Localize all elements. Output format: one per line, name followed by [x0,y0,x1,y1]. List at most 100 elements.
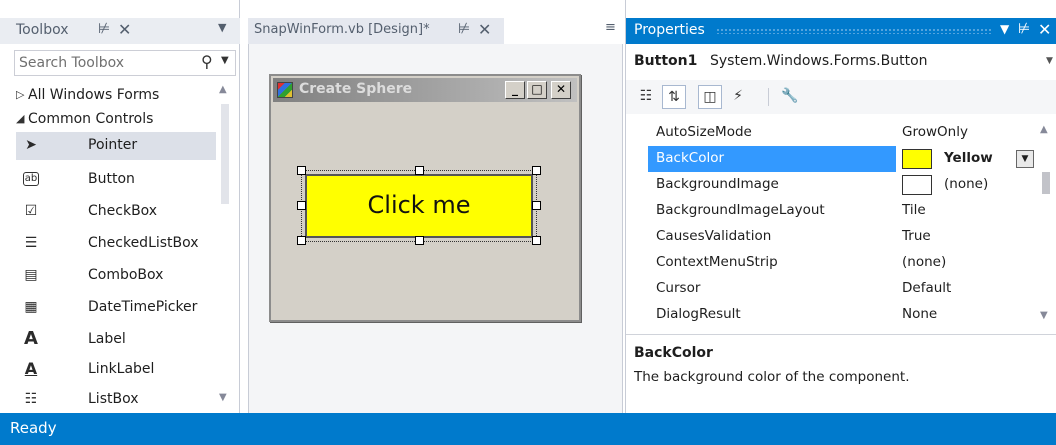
object-name: Button1 [634,53,698,69]
property-value[interactable]: (none) [902,254,946,270]
selected-control-frame: Click me [297,166,541,245]
toolbox-item-checkbox[interactable]: ☑ CheckBox [16,198,216,226]
title-grip [716,28,992,34]
property-row-dialogresult[interactable]: DialogResult None [648,302,1036,328]
categorized-icon[interactable]: ☷ [634,85,658,109]
toolbox-item-label: Label [88,331,126,347]
property-value[interactable]: None [902,306,937,322]
designer-panel: SnapWinForm.vb [Design]* ⊭ ✕ ≡ Create Sp… [240,0,623,413]
description-text: The background color of the component. [634,369,910,385]
search-options-chevron-icon[interactable]: ▼ [221,55,229,66]
property-value[interactable]: (none) [944,176,988,192]
form-create-sphere[interactable]: Create Sphere _ □ ✕ Click me [269,74,581,322]
toolbox-item-listbox[interactable]: ☷ ListBox [16,386,216,414]
resize-handle-top[interactable] [415,166,424,175]
linklabel-icon: A [24,359,38,378]
property-name: Cursor [656,280,701,296]
pin-icon[interactable]: ⊭ [1018,21,1030,37]
properties-title: Properties [634,22,705,38]
property-name: CausesValidation [656,228,772,244]
property-row-causesvalidation[interactable]: CausesValidation True [648,224,1036,250]
toolbox-scrollbar[interactable]: ▲ ▼ [218,84,232,409]
property-value[interactable]: GrowOnly [902,124,968,140]
toolbox-item-checkedlistbox[interactable]: ☰ CheckedListBox [16,230,216,258]
property-description-pane: BackColor The background color of the co… [626,334,1056,413]
toolbox-item-label: DateTimePicker [88,299,198,315]
alphabetical-icon[interactable]: ⇅ [662,85,686,109]
toolbox-item-label: CheckedListBox [88,235,199,251]
close-button[interactable]: ✕ [551,81,571,99]
scrollbar-thumb[interactable] [1042,172,1050,194]
chevron-down-icon[interactable]: ▼ [218,21,226,34]
events-icon[interactable]: ⚡ [726,85,750,109]
value-dropdown-button[interactable]: ▼ [1016,150,1034,168]
property-row-autosizemode[interactable]: AutoSizeMode GrowOnly [648,120,1036,146]
scroll-down-arrow-icon[interactable]: ▼ [219,392,227,403]
scroll-up-arrow-icon[interactable]: ▲ [219,84,227,95]
toolbox-item-combobox[interactable]: ▤ ComboBox [16,262,216,290]
resize-handle-bottom[interactable] [415,236,424,245]
property-name: DialogResult [656,306,741,322]
pin-icon[interactable]: ⊭ [458,21,470,37]
collapsed-arrow-icon: ▷ [16,88,25,101]
toolbox-item-datetimepicker[interactable]: ▦ DateTimePicker [16,294,216,322]
properties-toolbar: ☷ ⇅ ◫ ⚡ 🔧 [626,80,1056,114]
property-name: BackColor [656,150,725,166]
search-placeholder: Search Toolbox [19,55,125,71]
button-icon: ab [23,172,39,186]
property-grid-scrollbar[interactable]: ▲ ▼ [1038,120,1054,330]
toolbox-item-label[interactable]: A Label [16,326,216,354]
search-icon[interactable]: ⚲ [201,52,213,71]
color-swatch [902,149,932,169]
close-icon[interactable]: ✕ [1038,20,1051,39]
status-text: Ready [10,419,57,437]
document-list-dropdown-icon[interactable]: ≡ [605,20,616,35]
maximize-button[interactable]: □ [527,81,547,99]
property-name: BackgroundImageLayout [656,202,825,218]
toolbox-item-label: LinkLabel [88,361,155,377]
minimize-button[interactable]: _ [505,81,525,99]
toolbox-item-linklabel[interactable]: A LinkLabel [16,356,216,384]
property-row-contextmenustrip[interactable]: ContextMenuStrip (none) [648,250,1036,276]
properties-icon[interactable]: ◫ [698,85,722,109]
resize-handle-top-right[interactable] [532,166,541,175]
chevron-down-icon[interactable]: ▼ [1046,56,1053,66]
datetimepicker-icon: ▦ [24,299,38,315]
property-value[interactable]: Yellow [944,150,993,166]
toolbox-search-input[interactable]: Search Toolbox ⚲ ▼ [14,50,236,76]
property-row-backgroundimagelayout[interactable]: BackgroundImageLayout Tile [648,198,1036,224]
toolbox-item-pointer[interactable]: ➤ Pointer [16,132,216,160]
form-title-bar[interactable]: Create Sphere _ □ ✕ [273,78,577,102]
property-value[interactable]: Default [902,280,951,296]
toolbox-category-common-controls[interactable]: ◢ Common Controls [14,106,214,134]
property-row-cursor[interactable]: Cursor Default [648,276,1036,302]
property-row-backcolor[interactable]: BackColor Yellow ▼ [648,146,1036,172]
checkedlistbox-icon: ☰ [24,235,38,251]
label-icon: A [24,328,38,349]
form-title: Create Sphere [299,81,413,97]
pin-icon[interactable]: ⊭ [98,21,110,37]
object-selector[interactable]: Button1 System.Windows.Forms.Button ▼ [626,48,1056,76]
form-app-icon [277,82,293,98]
resize-handle-left[interactable] [297,201,306,210]
property-pages-icon: 🔧 [781,88,799,104]
scroll-up-arrow-icon[interactable]: ▲ [1040,124,1048,135]
resize-handle-bottom-left[interactable] [297,236,306,245]
property-row-backgroundimage[interactable]: BackgroundImage (none) [648,172,1036,198]
property-value[interactable]: Tile [902,202,926,218]
resize-handle-right[interactable] [532,201,541,210]
resize-handle-top-left[interactable] [297,166,306,175]
resize-handle-bottom-right[interactable] [532,236,541,245]
chevron-down-icon[interactable]: ▼ [1000,22,1009,36]
scrollbar-thumb[interactable] [221,104,229,204]
close-icon[interactable]: ✕ [478,20,491,39]
close-icon[interactable]: ✕ [118,20,131,39]
toolbox-item-button[interactable]: ab Button [16,166,216,194]
design-surface[interactable]: Create Sphere _ □ ✕ Click me [248,44,623,413]
tab-snapwinform-design[interactable]: SnapWinForm.vb [Design]* ⊭ ✕ [248,18,504,44]
property-value[interactable]: True [902,228,931,244]
click-me-button[interactable]: Click me [305,174,533,238]
property-name: BackgroundImage [656,176,779,192]
toolbox-item-label: ListBox [88,391,139,407]
scroll-down-arrow-icon[interactable]: ▼ [1040,310,1048,321]
